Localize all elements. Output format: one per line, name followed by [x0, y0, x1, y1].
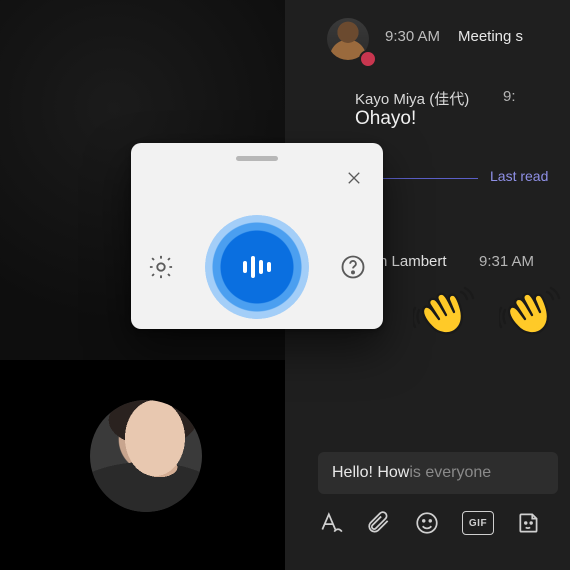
message-subject: Meeting s — [458, 28, 523, 45]
compose-typed-text: Hello! How — [332, 464, 409, 482]
sender-name: n Lambert — [379, 253, 447, 270]
gif-icon[interactable]: GIF — [462, 511, 494, 535]
wave-emoji-icon — [413, 280, 477, 344]
gif-label: GIF — [469, 518, 487, 529]
last-read-label: Last read — [490, 168, 548, 184]
dictation-help-button[interactable] — [339, 253, 367, 281]
dictate-toggle-button[interactable] — [205, 215, 309, 319]
format-icon[interactable] — [318, 510, 344, 536]
drag-handle[interactable] — [236, 156, 278, 161]
dictation-settings-button[interactable] — [147, 253, 175, 281]
compose-input[interactable]: Hello! How is everyone — [318, 452, 558, 494]
message-body-emoji — [413, 280, 563, 344]
dictate-mic-icon — [221, 231, 293, 303]
message-timestamp: 9: — [503, 88, 516, 105]
close-button[interactable] — [345, 169, 363, 187]
dictation-panel[interactable] — [131, 143, 383, 329]
message-timestamp: 9:30 AM — [385, 28, 440, 45]
participant-avatar — [90, 400, 202, 512]
message-timestamp: 9:31 AM — [479, 253, 534, 270]
emoji-icon[interactable] — [414, 510, 440, 536]
sticker-icon[interactable] — [516, 510, 542, 536]
message-body: Ohayo! — [355, 108, 416, 130]
attach-icon[interactable] — [366, 510, 392, 536]
sender-name: Kayo Miya (佳代) — [355, 88, 469, 109]
meeting-screen: 9:30 AM Meeting s Kayo Miya (佳代) 9: Ohay… — [0, 0, 570, 570]
compose-suggestion-text: is everyone — [409, 464, 491, 482]
wave-emoji-icon — [499, 280, 563, 344]
presence-indicator — [359, 50, 377, 68]
compose-toolbar: GIF — [318, 510, 542, 536]
